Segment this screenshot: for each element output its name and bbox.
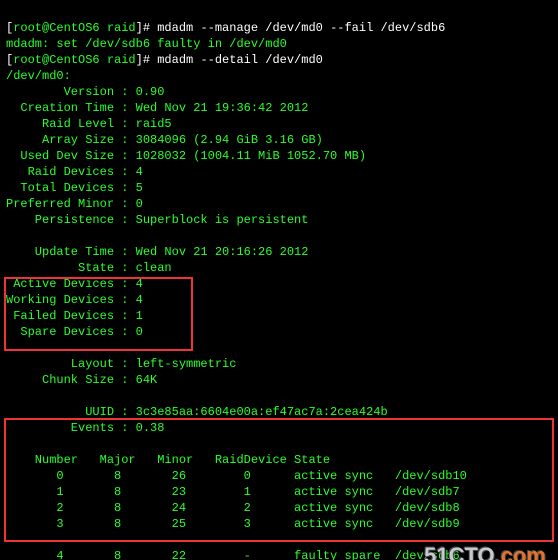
- info-raid-level-label: Raid Level :: [6, 117, 136, 131]
- info-state-value: clean: [136, 261, 172, 275]
- info-array-size-value: 3084096 (2.94 GiB 3.16 GB): [136, 133, 323, 147]
- prompt-close: ]#: [136, 21, 158, 35]
- prompt-close: ]#: [136, 53, 158, 67]
- info-used-dev-size-label: Used Dev Size :: [6, 149, 136, 163]
- cmd-1-output: mdadm: set /dev/sdb6 faulty in /dev/md0: [6, 37, 287, 51]
- terminal[interactable]: [root@CentOS6 raid]# mdadm --manage /dev…: [0, 0, 558, 560]
- info-failed-devices-label: Failed Devices :: [6, 309, 136, 323]
- table-row: 3 8 25 3 active sync /dev/sdb9: [6, 517, 460, 531]
- info-raid-devices-label: Raid Devices :: [6, 165, 136, 179]
- table-row: 4 8 22 - faulty spare /dev/sdb6: [6, 549, 460, 560]
- prompt-userhost: root@CentOS6 raid: [13, 21, 135, 35]
- info-version-value: 0.90: [136, 85, 165, 99]
- info-persistence-label: Persistence :: [6, 213, 136, 227]
- prompt-userhost: root@CentOS6 raid: [13, 53, 135, 67]
- info-preferred-minor-label: Preferred Minor :: [6, 197, 136, 211]
- info-preferred-minor-value: 0: [136, 197, 143, 211]
- info-version-label: Version :: [6, 85, 136, 99]
- info-working-devices-label: Working Devices :: [6, 293, 136, 307]
- info-uuid-value: 3c3e85aa:6604e00a:ef47ac7a:2cea424b: [136, 405, 388, 419]
- info-creation-time-label: Creation Time :: [6, 101, 136, 115]
- info-failed-devices-value: 1: [136, 309, 143, 323]
- info-uuid-label: UUID :: [6, 405, 136, 419]
- table-row: 1 8 23 1 active sync /dev/sdb7: [6, 485, 460, 499]
- cmd-2: mdadm --detail /dev/md0: [157, 53, 323, 67]
- info-chunk-size-value: 64K: [136, 373, 158, 387]
- info-update-time-label: Update Time :: [6, 245, 136, 259]
- watermark-brand-accent: .com: [495, 543, 546, 560]
- info-total-devices-label: Total Devices :: [6, 181, 136, 195]
- table-row: 0 8 26 0 active sync /dev/sdb10: [6, 469, 467, 483]
- info-layout-label: Layout :: [6, 357, 136, 371]
- info-events-label: Events :: [6, 421, 136, 435]
- info-working-devices-value: 4: [136, 293, 143, 307]
- info-raid-devices-value: 4: [136, 165, 143, 179]
- info-active-devices-value: 4: [136, 277, 143, 291]
- info-events-value: 0.38: [136, 421, 165, 435]
- info-chunk-size-label: Chunk Size :: [6, 373, 136, 387]
- info-update-time-value: Wed Nov 21 20:16:26 2012: [136, 245, 309, 259]
- info-total-devices-value: 5: [136, 181, 143, 195]
- info-array-size-label: Array Size :: [6, 133, 136, 147]
- cmd-1: mdadm --manage /dev/md0 --fail /dev/sdb6: [157, 21, 445, 35]
- table-row: 2 8 24 2 active sync /dev/sdb8: [6, 501, 460, 515]
- info-persistence-value: Superblock is persistent: [136, 213, 309, 227]
- info-spare-devices-label: Spare Devices :: [6, 325, 136, 339]
- info-layout-value: left-symmetric: [136, 357, 237, 371]
- info-raid-level-value: raid5: [136, 117, 172, 131]
- info-used-dev-size-value: 1028032 (1004.11 MiB 1052.70 MB): [136, 149, 366, 163]
- info-spare-devices-value: 0: [136, 325, 143, 339]
- device-header: /dev/md0:: [6, 69, 71, 83]
- info-creation-time-value: Wed Nov 21 19:36:42 2012: [136, 101, 309, 115]
- table-header: Number Major Minor RaidDevice State: [6, 453, 330, 467]
- info-state-label: State :: [6, 261, 136, 275]
- info-active-devices-label: Active Devices :: [6, 277, 136, 291]
